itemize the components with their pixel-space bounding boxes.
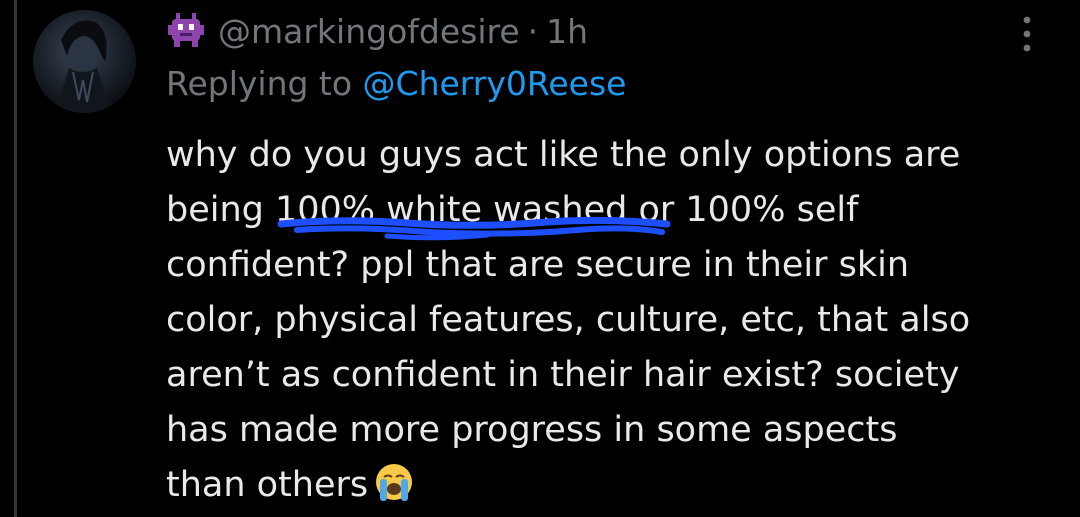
reply-header: @markingofdesire · 1h	[166, 8, 588, 54]
loudly-crying-face-icon	[376, 464, 413, 501]
timestamp[interactable]: 1h	[546, 12, 588, 51]
more-options-icon[interactable]	[1020, 14, 1034, 54]
text-line: confident? ppl that are secure in their …	[166, 245, 910, 285]
separator-dot: ·	[527, 11, 539, 51]
text-segment: being	[166, 190, 275, 230]
text-line: why do you guys act like the only option…	[166, 135, 961, 175]
text-line: has made more progress in some aspects	[166, 410, 898, 450]
replying-to-handle[interactable]: @Cherry0Reese	[363, 64, 627, 103]
replying-prefix: Replying to	[166, 64, 353, 103]
text-line: than others	[166, 458, 1046, 513]
blue-scribble-mark	[277, 216, 671, 241]
thread-line	[14, 0, 17, 517]
text-segment: than others	[166, 465, 369, 505]
avatar-image	[55, 20, 111, 113]
tweet-text: why do you guys act like the only option…	[166, 128, 1046, 513]
alien-monster-icon	[168, 13, 204, 47]
replying-to-line: Replying to @Cherry0Reese	[166, 64, 626, 103]
author-handle[interactable]: @markingofdesire	[218, 12, 520, 51]
avatar[interactable]	[33, 10, 136, 113]
text-line: color, physical features, culture, etc, …	[166, 300, 971, 340]
text-line: aren’t as confident in their hair exist?…	[166, 355, 960, 395]
